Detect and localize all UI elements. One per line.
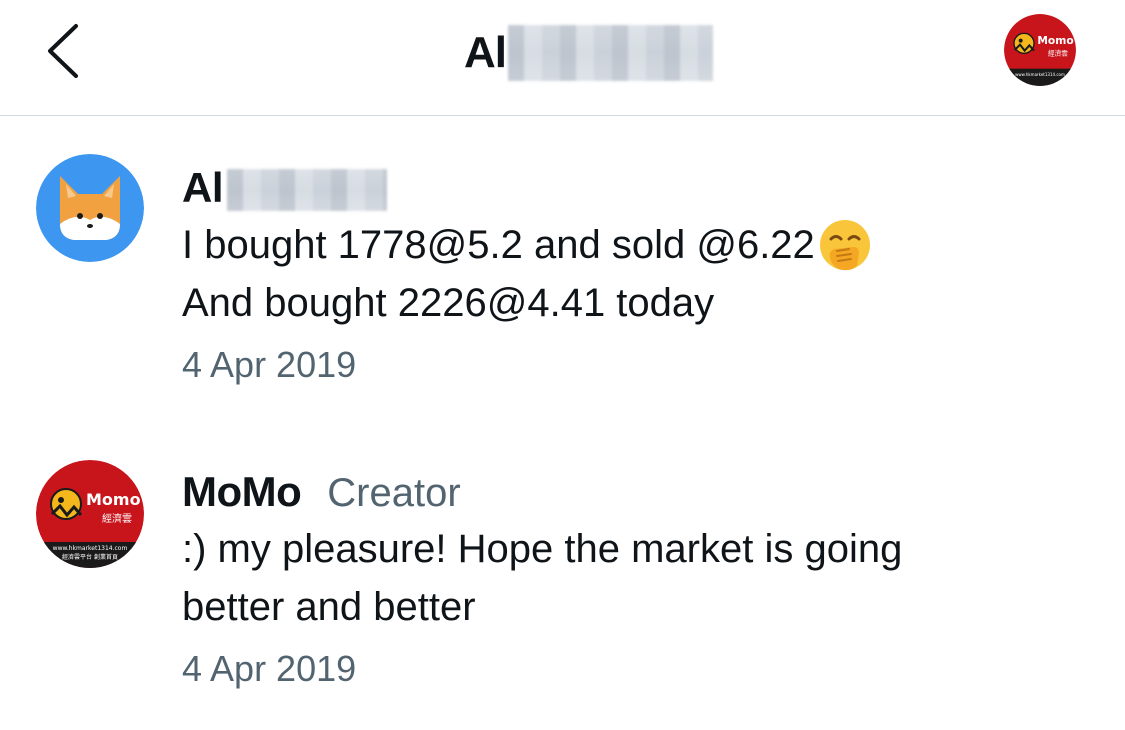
message-sender: MoMo Creator bbox=[182, 468, 902, 520]
message-text-line: :) my pleasure! Hope the market is going bbox=[182, 520, 902, 578]
message-text-line: I bought 1778@5.2 and sold @6.22 bbox=[182, 216, 873, 274]
message-text: And bought 2226@4.41 today bbox=[182, 281, 715, 325]
momo-footer-text-2: 經濟雲平台 創業首頁 bbox=[62, 553, 118, 561]
svg-text:www.hkmarket1314.com: www.hkmarket1314.com bbox=[1015, 72, 1065, 77]
sender-role: Creator bbox=[327, 471, 461, 515]
momo-logo-icon: Momo 經濟雲 www.hkmarket1314.com 經濟雲平台 創業首頁 bbox=[36, 460, 144, 568]
message-date: 4 Apr 2019 bbox=[182, 648, 357, 689]
message-sender: Al bbox=[182, 164, 873, 216]
momo-badge-subtext: 經濟雲 bbox=[102, 512, 132, 525]
avatar-fox[interactable] bbox=[36, 154, 144, 262]
sender-name: Al bbox=[182, 164, 224, 211]
header-avatar-momo[interactable]: Momo 經濟雲 www.hkmarket1314.com bbox=[1004, 14, 1076, 86]
momo-logo-icon: Momo 經濟雲 www.hkmarket1314.com bbox=[1004, 14, 1076, 86]
momo-badge-text: Momo bbox=[86, 490, 141, 509]
momo-footer-text: www.hkmarket1314.com bbox=[53, 545, 128, 552]
redacted-name-blur bbox=[508, 25, 713, 81]
back-button[interactable] bbox=[40, 20, 90, 82]
message-text: :) my pleasure! Hope the market is going bbox=[182, 527, 903, 571]
conversation-title: Al bbox=[464, 25, 713, 81]
sender-name: MoMo bbox=[182, 468, 302, 515]
fox-avatar-icon bbox=[36, 154, 144, 262]
message-date: 4 Apr 2019 bbox=[182, 344, 357, 385]
message-text-line: better and better bbox=[182, 578, 902, 636]
message-text: I bought 1778@5.2 and sold @6.22 bbox=[182, 223, 815, 267]
chevron-left-icon bbox=[48, 24, 78, 78]
svg-text:Momo: Momo bbox=[1037, 34, 1073, 47]
redacted-name-blur bbox=[227, 169, 387, 211]
message-body: MoMo Creator :) my pleasure! Hope the ma… bbox=[182, 468, 902, 692]
face-with-hand-over-mouth-icon bbox=[817, 217, 873, 273]
message-body: Al I bought 1778@5.2 and sold @6.22 And … bbox=[182, 164, 873, 388]
svg-text:經濟雲: 經濟雲 bbox=[1048, 48, 1068, 57]
conversation-title-text: Al bbox=[464, 28, 507, 77]
avatar-momo[interactable]: Momo 經濟雲 www.hkmarket1314.com 經濟雲平台 創業首頁 bbox=[36, 460, 144, 568]
message-text-line: And bought 2226@4.41 today bbox=[182, 274, 873, 332]
conversation-header: Al Momo 經濟雲 www.hkmarket1314.com bbox=[0, 0, 1125, 116]
message-text: better and better bbox=[182, 585, 476, 629]
